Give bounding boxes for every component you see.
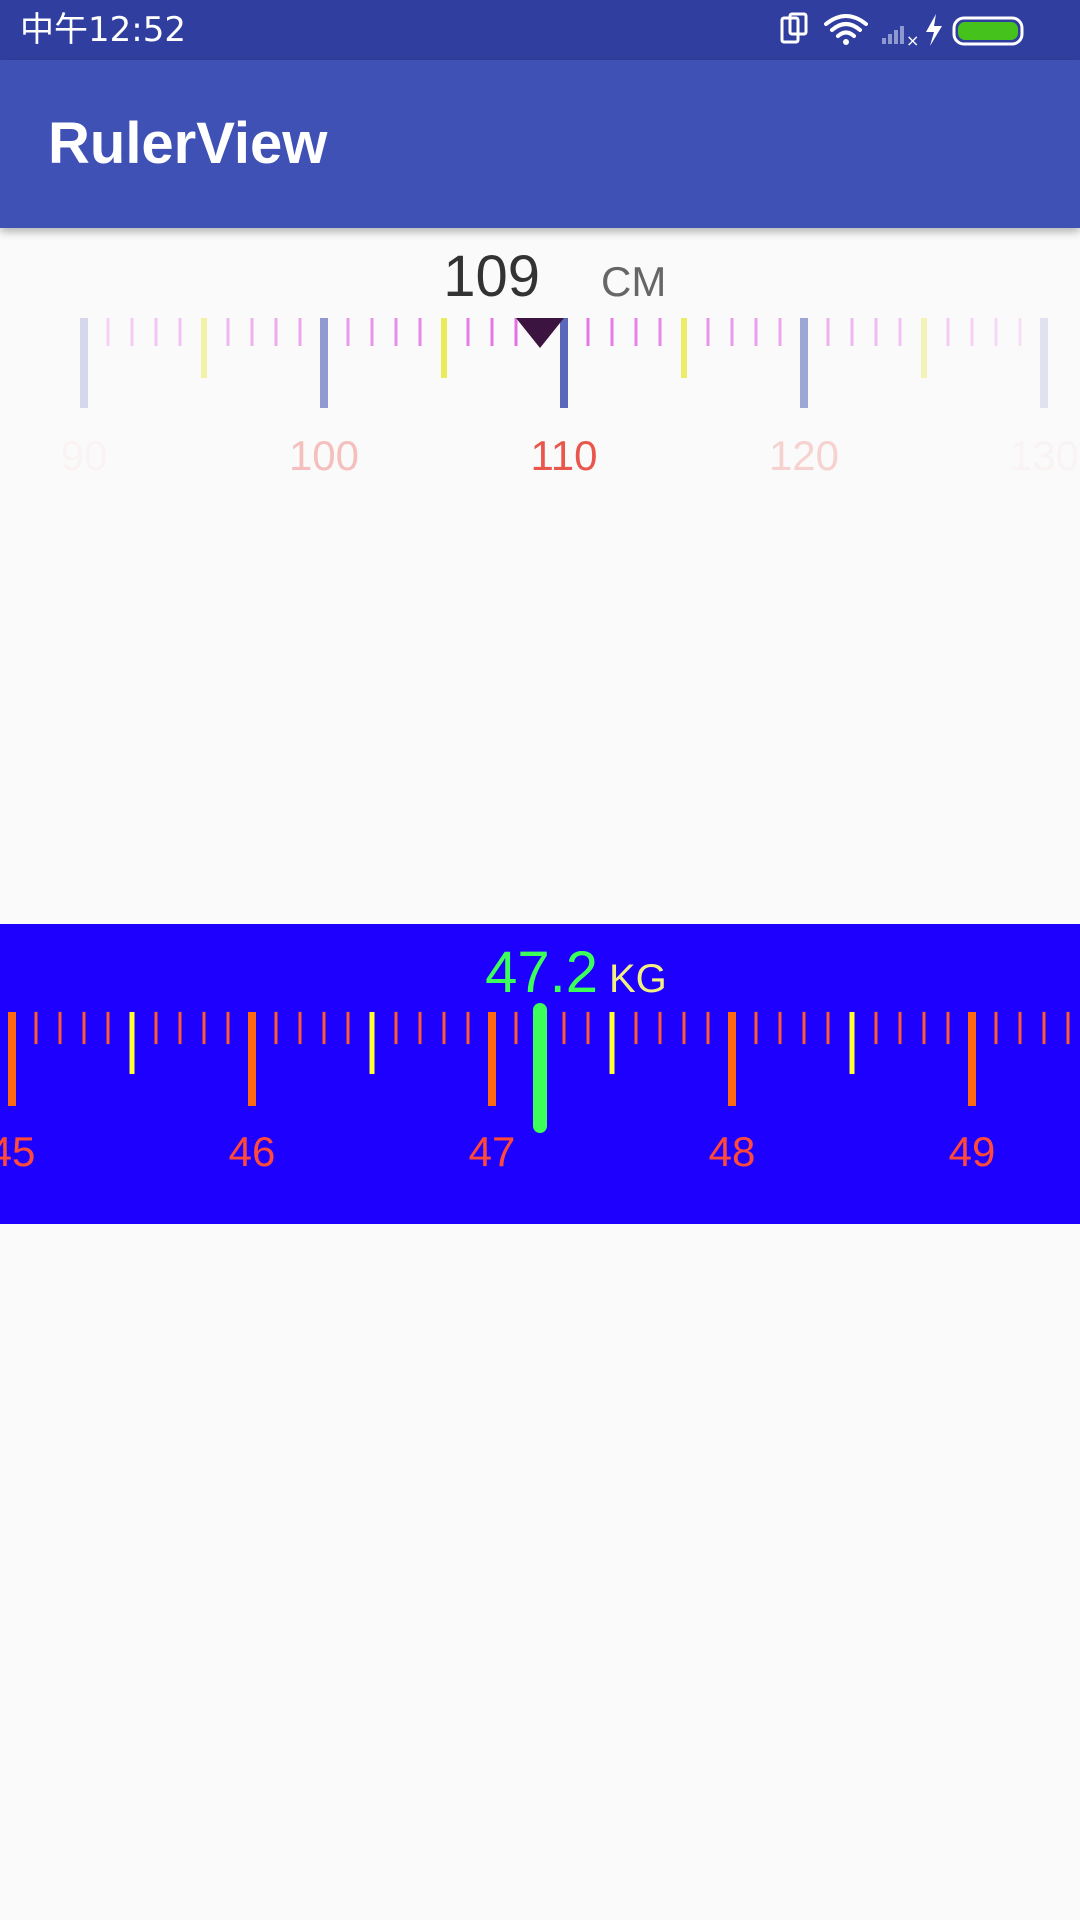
weight-ruler-labels: 45 46 47 48 49 [0, 1128, 995, 1175]
status-bar: 中午12:52 × [0, 0, 1080, 60]
weight-tick-label: 45 [0, 1128, 35, 1175]
height-tick-label: 110 [531, 432, 598, 479]
weight-tick-label: 48 [709, 1128, 756, 1175]
charging-bolt-icon [926, 14, 942, 46]
status-icons: × [780, 12, 1024, 50]
battery-icon [952, 16, 1024, 46]
height-indicator-triangle [516, 318, 564, 348]
height-ruler-ticks [80, 318, 1048, 408]
weight-tick-label: 49 [949, 1128, 996, 1175]
height-tick-label: 120 [769, 432, 839, 479]
height-tick-label: 130 [1009, 432, 1079, 479]
weight-value: 47.2 [485, 940, 598, 1005]
weight-tick-label: 47 [469, 1128, 516, 1175]
screen-rotate-icon [780, 12, 808, 44]
signal-no-service-icon: × [882, 26, 919, 50]
height-ruler-labels: 90 100 110 120 130 [61, 432, 1079, 479]
height-tick-label: 90 [61, 432, 108, 479]
height-ruler[interactable]: 109 CM 90 100 110 120 130 [0, 228, 1080, 538]
height-value: 109 [443, 244, 540, 309]
wifi-icon [824, 14, 868, 45]
weight-unit: KG [609, 957, 667, 1001]
height-unit: CM [601, 258, 666, 305]
status-time: 中午12:52 [20, 10, 186, 50]
height-tick-label: 100 [289, 432, 359, 479]
svg-text:×: × [906, 31, 919, 50]
height-ruler-canvas[interactable]: 109 CM 90 100 110 120 130 [0, 228, 1080, 538]
app-title: RulerView [48, 111, 328, 176]
weight-ruler-canvas[interactable]: 47.2 KG 45 46 47 48 49 [0, 924, 1080, 1224]
app-bar: RulerView [0, 60, 1080, 228]
weight-ruler[interactable]: 47.2 KG 45 46 47 48 49 [0, 924, 1080, 1224]
weight-tick-label: 46 [229, 1128, 276, 1175]
